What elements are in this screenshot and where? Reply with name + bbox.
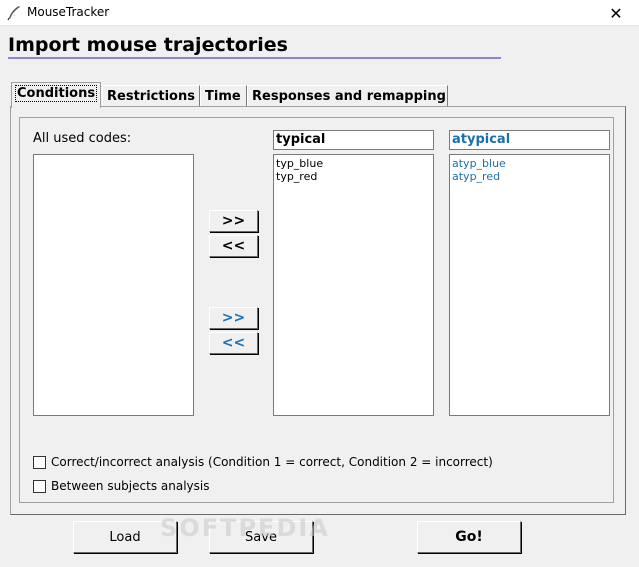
all-codes-label: All used codes: [33, 131, 132, 146]
window-title: MouseTracker [27, 5, 110, 19]
quill-icon [7, 6, 20, 21]
between-subjects-option[interactable]: Between subjects analysis [33, 479, 209, 493]
list-item[interactable]: typ_red [276, 170, 431, 183]
list-item[interactable]: typ_blue [276, 157, 431, 170]
correct-incorrect-label: Correct/incorrect analysis (Condition 1 … [51, 455, 493, 469]
tab-restrictions[interactable]: Restrictions [102, 85, 200, 107]
condition1-name-input[interactable]: typical [273, 130, 434, 150]
move-from-condition1-button[interactable]: << [209, 235, 258, 257]
condition1-codes-list[interactable]: typ_blue typ_red [273, 154, 434, 416]
go-button[interactable]: Go! [417, 521, 521, 553]
list-item[interactable]: atyp_blue [452, 157, 607, 170]
between-subjects-label: Between subjects analysis [51, 479, 210, 493]
close-button[interactable]: ✕ [593, 0, 639, 26]
move-to-condition2-button[interactable]: >> [209, 307, 258, 329]
correct-incorrect-option[interactable]: Correct/incorrect analysis (Condition 1 … [33, 455, 493, 469]
move-from-condition2-button[interactable]: << [209, 332, 258, 354]
correct-incorrect-checkbox[interactable] [33, 455, 46, 469]
all-codes-list[interactable] [33, 154, 194, 416]
close-icon: ✕ [609, 3, 623, 23]
load-button[interactable]: Load [73, 521, 177, 553]
title-bar: MouseTracker ✕ [0, 0, 639, 26]
tab-responses-remapping[interactable]: Responses and remapping [247, 85, 448, 107]
condition2-codes-list[interactable]: atyp_blue atyp_red [449, 154, 610, 416]
save-button[interactable]: Save [209, 521, 313, 553]
tab-time[interactable]: Time [200, 85, 247, 107]
condition2-name-input[interactable]: atypical [449, 130, 610, 150]
tab-conditions[interactable]: Conditions [11, 82, 101, 108]
list-item[interactable]: atyp_red [452, 170, 607, 183]
between-subjects-checkbox[interactable] [33, 479, 46, 493]
page-title: Import mouse trajectories [8, 34, 288, 56]
title-underline [8, 57, 501, 59]
move-to-condition1-button[interactable]: >> [209, 210, 258, 232]
